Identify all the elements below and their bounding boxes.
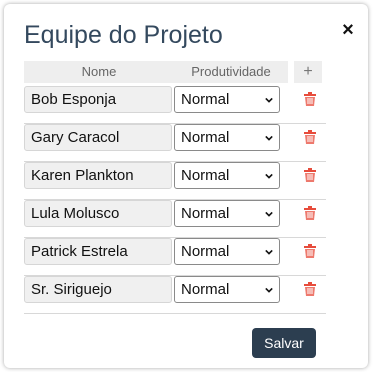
table-row: Gary Caracol Normal (24, 124, 326, 162)
productivity-value: Normal (181, 167, 230, 184)
chevron-down-icon (265, 211, 273, 217)
trash-icon[interactable] (304, 168, 316, 182)
member-name-input[interactable]: Karen Plankton (24, 162, 172, 189)
chevron-down-icon (265, 173, 273, 179)
chevron-down-icon (265, 249, 273, 255)
member-name-input[interactable]: Patrick Estrela (24, 238, 172, 265)
trash-icon[interactable] (304, 206, 316, 220)
team-dialog: Equipe do Projeto × Nome Produtividade +… (4, 4, 368, 368)
chevron-down-icon (265, 135, 273, 141)
table-row: Lula Molusco Normal (24, 200, 326, 238)
productivity-value: Normal (181, 281, 230, 298)
column-header-name: Nome (24, 61, 174, 83)
trash-icon[interactable] (304, 244, 316, 258)
add-member-button[interactable]: + (294, 61, 322, 83)
productivity-select[interactable]: Normal (174, 200, 280, 227)
member-name-input[interactable]: Gary Caracol (24, 124, 172, 151)
trash-icon[interactable] (304, 92, 316, 106)
table-row: Bob Esponja Normal (24, 86, 326, 124)
productivity-select[interactable]: Normal (174, 86, 280, 113)
member-name-input[interactable]: Sr. Siriguejo (24, 276, 172, 303)
table-row: Patrick Estrela Normal (24, 238, 326, 276)
productivity-select[interactable]: Normal (174, 276, 280, 303)
member-name-input[interactable]: Lula Molusco (24, 200, 172, 227)
trash-icon[interactable] (304, 130, 316, 144)
table-row: Sr. Siriguejo Normal (24, 276, 326, 314)
column-header-productivity: Produtividade (174, 61, 288, 83)
close-icon[interactable]: × (340, 20, 356, 40)
table-row: Karen Plankton Normal (24, 162, 326, 200)
chevron-down-icon (265, 97, 273, 103)
productivity-select[interactable]: Normal (174, 162, 280, 189)
chevron-down-icon (265, 287, 273, 293)
productivity-value: Normal (181, 243, 230, 260)
productivity-value: Normal (181, 91, 230, 108)
productivity-value: Normal (181, 205, 230, 222)
productivity-select[interactable]: Normal (174, 238, 280, 265)
productivity-value: Normal (181, 129, 230, 146)
dialog-title: Equipe do Projeto (24, 21, 223, 49)
trash-icon[interactable] (304, 282, 316, 296)
productivity-select[interactable]: Normal (174, 124, 280, 151)
member-name-input[interactable]: Bob Esponja (24, 86, 172, 113)
save-button[interactable]: Salvar (252, 328, 316, 358)
